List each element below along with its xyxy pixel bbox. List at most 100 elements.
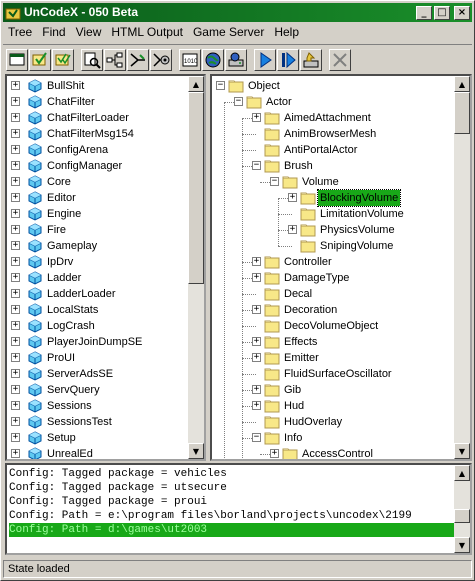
class-tree-item[interactable]: DecoVolumeObject [212, 318, 452, 334]
expand-button[interactable]: + [11, 97, 20, 106]
package-tree-item[interactable]: + Setup [7, 430, 188, 446]
step-button[interactable] [277, 48, 299, 71]
expand-button[interactable]: + [11, 129, 20, 138]
class-tree-item[interactable]: − Info [212, 430, 452, 446]
collapse-button[interactable]: − [234, 97, 243, 106]
package-tree-item[interactable]: + SessionsTest [7, 414, 188, 430]
package-tree-item[interactable]: + LogCrash [7, 318, 188, 334]
class-tree-item[interactable]: + AccessControl [212, 446, 452, 459]
compile-button[interactable] [300, 48, 322, 71]
log-line[interactable]: Config: Tagged package = utsecure [9, 481, 456, 495]
class-tree-item[interactable]: − Brush [212, 158, 452, 174]
class-tree-item[interactable]: + Hud [212, 398, 452, 414]
package-tree-item[interactable]: + PlayerJoinDumpSE [7, 334, 188, 350]
tree-settings-button[interactable] [150, 48, 172, 71]
expand-button[interactable]: + [11, 305, 20, 314]
scroll-down-button[interactable]: ▼ [454, 537, 470, 553]
class-tree-item[interactable]: − Object [212, 78, 452, 94]
scroll-thumb[interactable] [454, 92, 470, 134]
class-tree-item[interactable]: + Controller [212, 254, 452, 270]
package-tree-item[interactable]: + ChatFilterMsg154 [7, 126, 188, 142]
package-tree-item[interactable]: + UnrealEd [7, 446, 188, 459]
server-button[interactable] [225, 48, 247, 71]
expand-button[interactable]: + [252, 113, 261, 122]
expand-button[interactable]: + [11, 209, 20, 218]
tree-check-button[interactable] [29, 48, 51, 71]
log-line[interactable]: Config: Tagged package = vehicles [9, 467, 456, 481]
package-tree-item[interactable]: + ProUI [7, 350, 188, 366]
expand-button[interactable]: + [11, 369, 20, 378]
scroll-up-button[interactable]: ▲ [454, 76, 470, 92]
expand-button[interactable]: + [288, 193, 297, 202]
expand-button[interactable]: + [252, 257, 261, 266]
class-tree-item[interactable]: + BlockingVolume [212, 189, 452, 207]
collapse-button[interactable]: − [216, 81, 225, 90]
class-tree-item[interactable]: + Emitter [212, 350, 452, 366]
package-tree[interactable]: + BullShit + ChatFilter + ChatFilterLoader + Ch… [5, 74, 206, 461]
package-tree-item[interactable]: + ConfigArena [7, 142, 188, 158]
expand-button[interactable]: + [11, 177, 20, 186]
expand-button[interactable]: + [252, 385, 261, 394]
expand-button[interactable]: + [11, 161, 20, 170]
log-line[interactable]: Config: Path = e:\program files\borland\… [9, 509, 456, 523]
class-tree-item[interactable]: + Effects [212, 334, 452, 350]
expand-button[interactable]: + [11, 113, 20, 122]
class-tree-item[interactable]: AntiPortalActor [212, 142, 452, 158]
collapse-button[interactable]: − [252, 161, 261, 170]
package-tree-item[interactable]: + BullShit [7, 78, 188, 94]
html-output-button[interactable]: 1010 [179, 48, 201, 71]
expand-button[interactable]: + [11, 449, 20, 458]
class-tree[interactable]: − Object − Actor + AimedAttachment AnimBrowser… [210, 74, 472, 461]
package-tree-item[interactable]: + Engine [7, 206, 188, 222]
class-tree-item[interactable]: + PhysicsVolume [212, 222, 452, 238]
package-tree-item[interactable]: + ServerAdsSE [7, 366, 188, 382]
menu-tree[interactable]: Tree [3, 23, 37, 42]
title-bar[interactable]: UnCodeX - 050 Beta _ □ × [3, 3, 472, 22]
expand-button[interactable]: + [11, 145, 20, 154]
package-tree-scrollbar[interactable]: ▲ ▼ [188, 76, 204, 459]
collapse-button[interactable]: − [270, 177, 279, 186]
menu-game-server[interactable]: Game Server [188, 23, 269, 42]
class-tree-item[interactable]: Decal [212, 286, 452, 302]
scroll-down-button[interactable]: ▼ [188, 443, 204, 459]
scroll-thumb[interactable] [454, 509, 470, 523]
expand-button[interactable]: + [11, 385, 20, 394]
expand-button[interactable]: + [252, 353, 261, 362]
package-tree-item[interactable]: + Ladder [7, 270, 188, 286]
scroll-down-button[interactable]: ▼ [454, 443, 470, 459]
expand-button[interactable]: + [252, 305, 261, 314]
class-tree-item[interactable]: LimitationVolume [212, 206, 452, 222]
log-panel[interactable]: Config: Tagged package = vehicles Config:… [5, 463, 472, 555]
package-tree-item[interactable]: + ChatFilter [7, 94, 188, 110]
package-tree-item[interactable]: + ServQuery [7, 382, 188, 398]
package-tree-item[interactable]: + IpDrv [7, 254, 188, 270]
expand-button[interactable]: + [11, 81, 20, 90]
menu-find[interactable]: Find [37, 23, 70, 42]
scroll-up-button[interactable]: ▲ [188, 76, 204, 92]
package-tree-item[interactable]: + Fire [7, 222, 188, 238]
class-tree-item[interactable]: − Actor [212, 94, 452, 110]
menu-view[interactable]: View [71, 23, 107, 42]
package-tree-item[interactable]: + Gameplay [7, 238, 188, 254]
expand-button[interactable]: + [270, 449, 279, 458]
window-button[interactable] [6, 48, 28, 71]
package-tree-item[interactable]: + Core [7, 174, 188, 190]
expand-button[interactable]: + [11, 433, 20, 442]
class-tree-item[interactable]: AnimBrowserMesh [212, 126, 452, 142]
expand-button[interactable]: + [11, 337, 20, 346]
expand-button[interactable]: + [11, 417, 20, 426]
close-button[interactable]: × [454, 5, 470, 20]
package-tree-item[interactable]: + Editor [7, 190, 188, 206]
expand-button[interactable]: + [11, 273, 20, 282]
menu-help[interactable]: Help [269, 23, 304, 42]
log-line[interactable]: Config: Path = d:\games\ut2003 [9, 523, 456, 537]
expand-button[interactable]: + [11, 225, 20, 234]
package-tree-item[interactable]: + LocalStats [7, 302, 188, 318]
tree-check-all-button[interactable] [52, 48, 74, 71]
expand-button[interactable]: + [11, 401, 20, 410]
run-button[interactable] [254, 48, 276, 71]
expand-button[interactable]: + [252, 337, 261, 346]
minimize-button[interactable]: _ [416, 5, 432, 20]
scroll-thumb[interactable] [188, 92, 204, 284]
expand-button[interactable]: + [288, 225, 297, 234]
